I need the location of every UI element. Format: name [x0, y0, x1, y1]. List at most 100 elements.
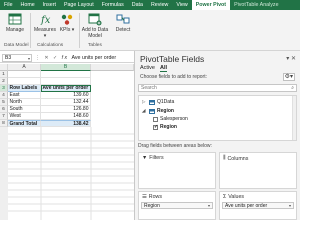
pivot-row-labels-header[interactable]: Row Labels — [8, 85, 41, 92]
tab-active[interactable]: Active — [140, 65, 155, 72]
column-header-a[interactable]: A — [8, 64, 41, 71]
add-to-data-model-button[interactable]: Add to Data Model — [81, 12, 109, 39]
select-all-corner[interactable] — [0, 64, 8, 71]
tab-formulas[interactable]: Formulas — [98, 0, 128, 10]
search-placeholder: Search — [141, 85, 157, 91]
manage-button[interactable]: Manage — [3, 12, 27, 33]
values-area[interactable]: Σ Values Ave units per order ▾ — [219, 191, 297, 220]
row-labels-text: Row Labels — [9, 85, 38, 91]
field-name: Salesperson — [160, 116, 188, 122]
detect-button[interactable]: Detect — [112, 12, 134, 33]
field-table-item[interactable]: ◢ Region — [142, 108, 174, 114]
grand-total-label[interactable]: Grand Total — [8, 120, 41, 127]
insert-function-icon[interactable]: fx — [62, 55, 69, 61]
rows-area[interactable]: ☰ Rows Region ▾ — [138, 191, 216, 220]
rows-area-title: ☰ Rows — [142, 194, 162, 200]
pane-controls: ▾ ✕ — [286, 55, 296, 62]
row-header[interactable]: 6 — [0, 106, 8, 113]
tab-insert[interactable]: Insert — [39, 0, 60, 10]
detect-label: Detect — [115, 27, 131, 33]
field-search-input[interactable]: Search ⌕ — [138, 84, 297, 92]
pivot-row-label[interactable]: West — [8, 113, 41, 120]
formula-bar: B3 ▾ ⋮ ✕ ✓ fx Ave units per order — [0, 53, 134, 63]
row-header[interactable]: 2 — [0, 78, 8, 85]
columns-area[interactable]: ⫼ Columns — [219, 152, 297, 189]
values-field-name: Ave units per order — [225, 203, 268, 209]
close-icon[interactable]: ✕ — [291, 56, 296, 62]
columns-area-title: ⫼ Columns — [223, 155, 248, 162]
pivot-row-label[interactable]: South — [8, 106, 41, 113]
more-icon: ⋮ — [35, 54, 42, 61]
measures-button[interactable]: fx Measures ▾ — [33, 12, 57, 39]
pivot-value[interactable]: 139.60 — [41, 92, 91, 99]
filters-label: Filters — [149, 155, 164, 161]
field-checkbox-item[interactable]: Salesperson — [153, 116, 188, 122]
choose-fields-label: Choose fields to add to report: — [140, 74, 207, 80]
cell[interactable] — [8, 78, 41, 85]
pane-tabs: Active All — [140, 65, 168, 72]
field-checkbox-item[interactable]: Region — [153, 124, 177, 130]
filters-area[interactable]: ▼ Filters — [138, 152, 216, 189]
pivot-value[interactable]: 132.44 — [41, 99, 91, 106]
tools-button[interactable]: ⚙▾ — [282, 73, 295, 81]
pane-title: PivotTable Fields — [140, 54, 205, 64]
filters-area-title: ▼ Filters — [142, 155, 164, 161]
field-table-item[interactable]: ▷ Q1Data — [142, 99, 174, 105]
pivot-value[interactable]: 126.80 — [41, 106, 91, 113]
grand-total-value[interactable]: 138.42 — [41, 120, 91, 127]
formula-input[interactable]: Ave units per order — [71, 55, 134, 61]
cell[interactable] — [8, 71, 41, 78]
pivot-row-label[interactable]: East — [8, 92, 41, 99]
sigma-icon: Σ — [223, 194, 227, 200]
tab-home[interactable]: Home — [17, 0, 39, 10]
gear-icon: ⚙▾ — [284, 74, 293, 80]
column-header-b[interactable]: B — [41, 64, 91, 71]
chevron-down-icon[interactable]: ▾ — [286, 56, 289, 62]
cancel-icon[interactable]: ✕ — [44, 55, 50, 61]
row-header[interactable]: 7 — [0, 113, 8, 120]
tab-data[interactable]: Data — [128, 0, 147, 10]
pivottable-fields-pane: PivotTable Fields ▾ ✕ Active All Choose … — [134, 51, 300, 220]
field-table-name: Region — [157, 108, 174, 114]
column-header-c[interactable] — [91, 64, 134, 71]
group-calculations-label: Calculations — [37, 43, 64, 48]
pivot-values-header[interactable]: Ave units per order — [41, 85, 91, 92]
row-header[interactable]: 3 — [0, 85, 8, 92]
field-checkbox-checked[interactable] — [153, 124, 158, 130]
pivot-value[interactable]: 148.60 — [41, 113, 91, 120]
kpis-button[interactable]: KPIs ▾ — [58, 12, 76, 33]
row-header[interactable]: 1 — [0, 71, 8, 78]
detect-icon — [116, 14, 130, 24]
row-header[interactable]: 8 — [0, 120, 8, 127]
tab-power-pivot[interactable]: Power Pivot — [191, 0, 231, 10]
manage-icon — [8, 13, 22, 25]
group-tables-label: Tables — [88, 43, 102, 48]
enter-icon[interactable]: ✓ — [53, 55, 59, 61]
table-icon — [149, 99, 155, 105]
tab-file[interactable]: File — [0, 0, 17, 10]
field-list-scrollbar[interactable] — [292, 96, 296, 140]
row-header[interactable]: 4 — [0, 92, 8, 99]
row-header[interactable]: 5 — [0, 99, 8, 106]
chevron-down-icon[interactable]: ▾ — [289, 203, 291, 208]
tab-all[interactable]: All — [159, 65, 168, 72]
tab-review[interactable]: Review — [147, 0, 172, 10]
kpis-label: KPIs — [59, 27, 71, 33]
field-checkbox[interactable] — [153, 116, 158, 122]
dropdown-arrow-icon: ▾ — [70, 27, 75, 33]
spreadsheet-grid[interactable]: A B 1 2 3 4 5 6 7 8 Row Labels Ave units… — [0, 64, 134, 220]
values-field-chip[interactable]: Ave units per order ▾ — [222, 202, 294, 209]
values-area-title: Σ Values — [223, 194, 244, 200]
cell[interactable] — [41, 78, 91, 85]
tab-pivottable-analyze[interactable]: PivotTable Analyze — [230, 0, 282, 10]
cell[interactable] — [41, 71, 91, 78]
chevron-right-icon[interactable]: ▷ — [142, 99, 147, 105]
pivot-row-label[interactable]: North — [8, 99, 41, 106]
tab-page-layout[interactable]: Page Layout — [60, 0, 98, 10]
chevron-down-icon[interactable]: ◢ — [142, 108, 147, 114]
columns-label: Columns — [227, 155, 249, 162]
tab-view[interactable]: View — [172, 0, 191, 10]
name-box[interactable]: B3 ▾ — [2, 53, 32, 62]
chevron-down-icon[interactable]: ▾ — [208, 203, 210, 208]
rows-field-chip[interactable]: Region ▾ — [141, 202, 213, 209]
